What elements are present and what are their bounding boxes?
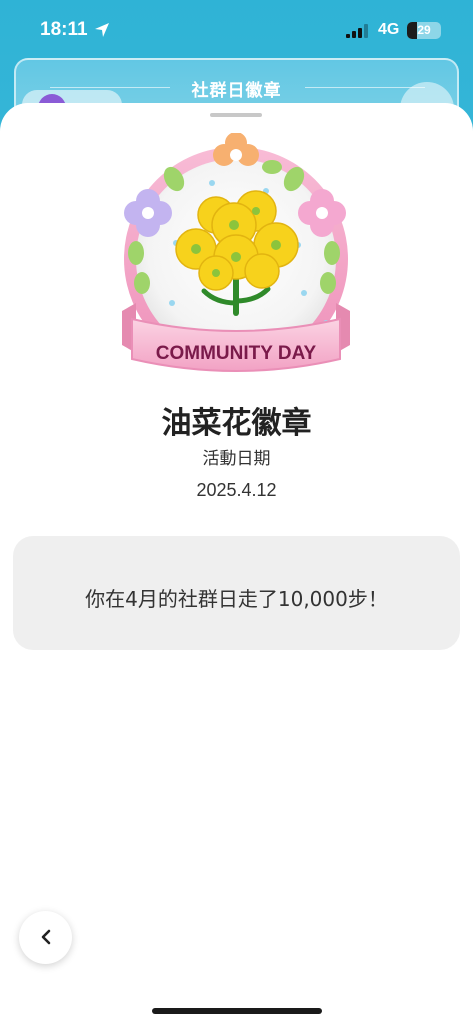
status-bar: 18:11 4G 29 <box>0 0 473 56</box>
chevron-left-icon <box>41 929 51 945</box>
battery-percent: 29 <box>417 23 431 37</box>
battery-indicator: 29 <box>407 22 441 39</box>
event-date-label: 活動日期 <box>202 449 271 469</box>
event-date: 2025.4.12 <box>196 480 277 500</box>
home-indicator[interactable] <box>152 1008 322 1014</box>
status-time: 18:11 <box>40 19 88 40</box>
badge-name: 油菜花徽章 <box>161 406 312 441</box>
canola-flower-badge-image: COMMUNITY DAY <box>122 133 350 372</box>
network-type: 4G <box>378 21 400 38</box>
badge-ribbon-text: COMMUNITY DAY <box>156 343 317 364</box>
achievement-message: 你在4月的社群日走了10,000步！ <box>85 587 388 611</box>
sheet-drag-handle[interactable] <box>210 113 262 117</box>
location-arrow-icon <box>95 23 109 37</box>
cellular-signal-icon <box>346 24 368 38</box>
back-button[interactable] <box>19 911 72 964</box>
